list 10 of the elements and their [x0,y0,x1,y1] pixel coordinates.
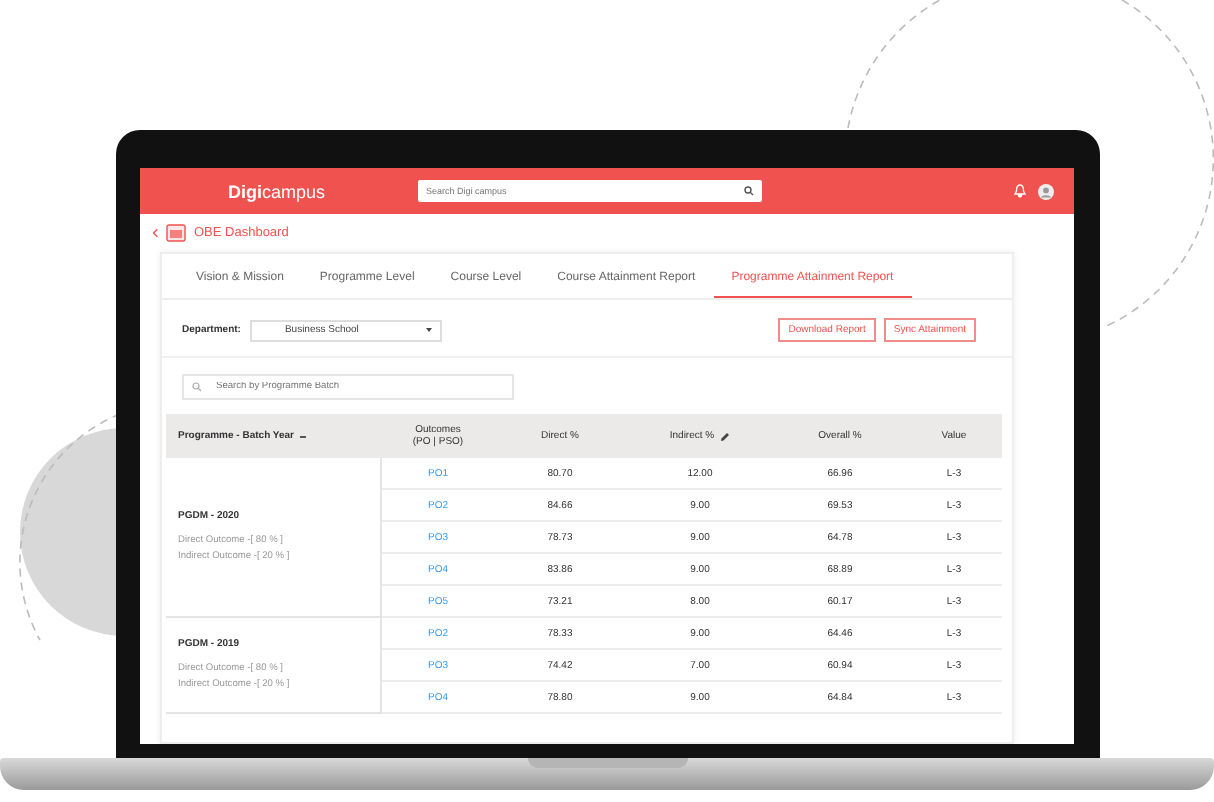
pencil-icon[interactable] [720,431,731,441]
caret-icon [426,328,433,332]
search-icon [192,382,202,392]
bell-icon[interactable] [1014,184,1026,198]
dashboard-icon [166,224,186,242]
search-icon [744,186,754,196]
back-chevron-icon[interactable] [152,228,158,238]
app-logo[interactable]: Digicampus [228,181,418,201]
dashed-arc-drawing [847,0,941,129]
avatar-icon[interactable] [1038,183,1054,199]
